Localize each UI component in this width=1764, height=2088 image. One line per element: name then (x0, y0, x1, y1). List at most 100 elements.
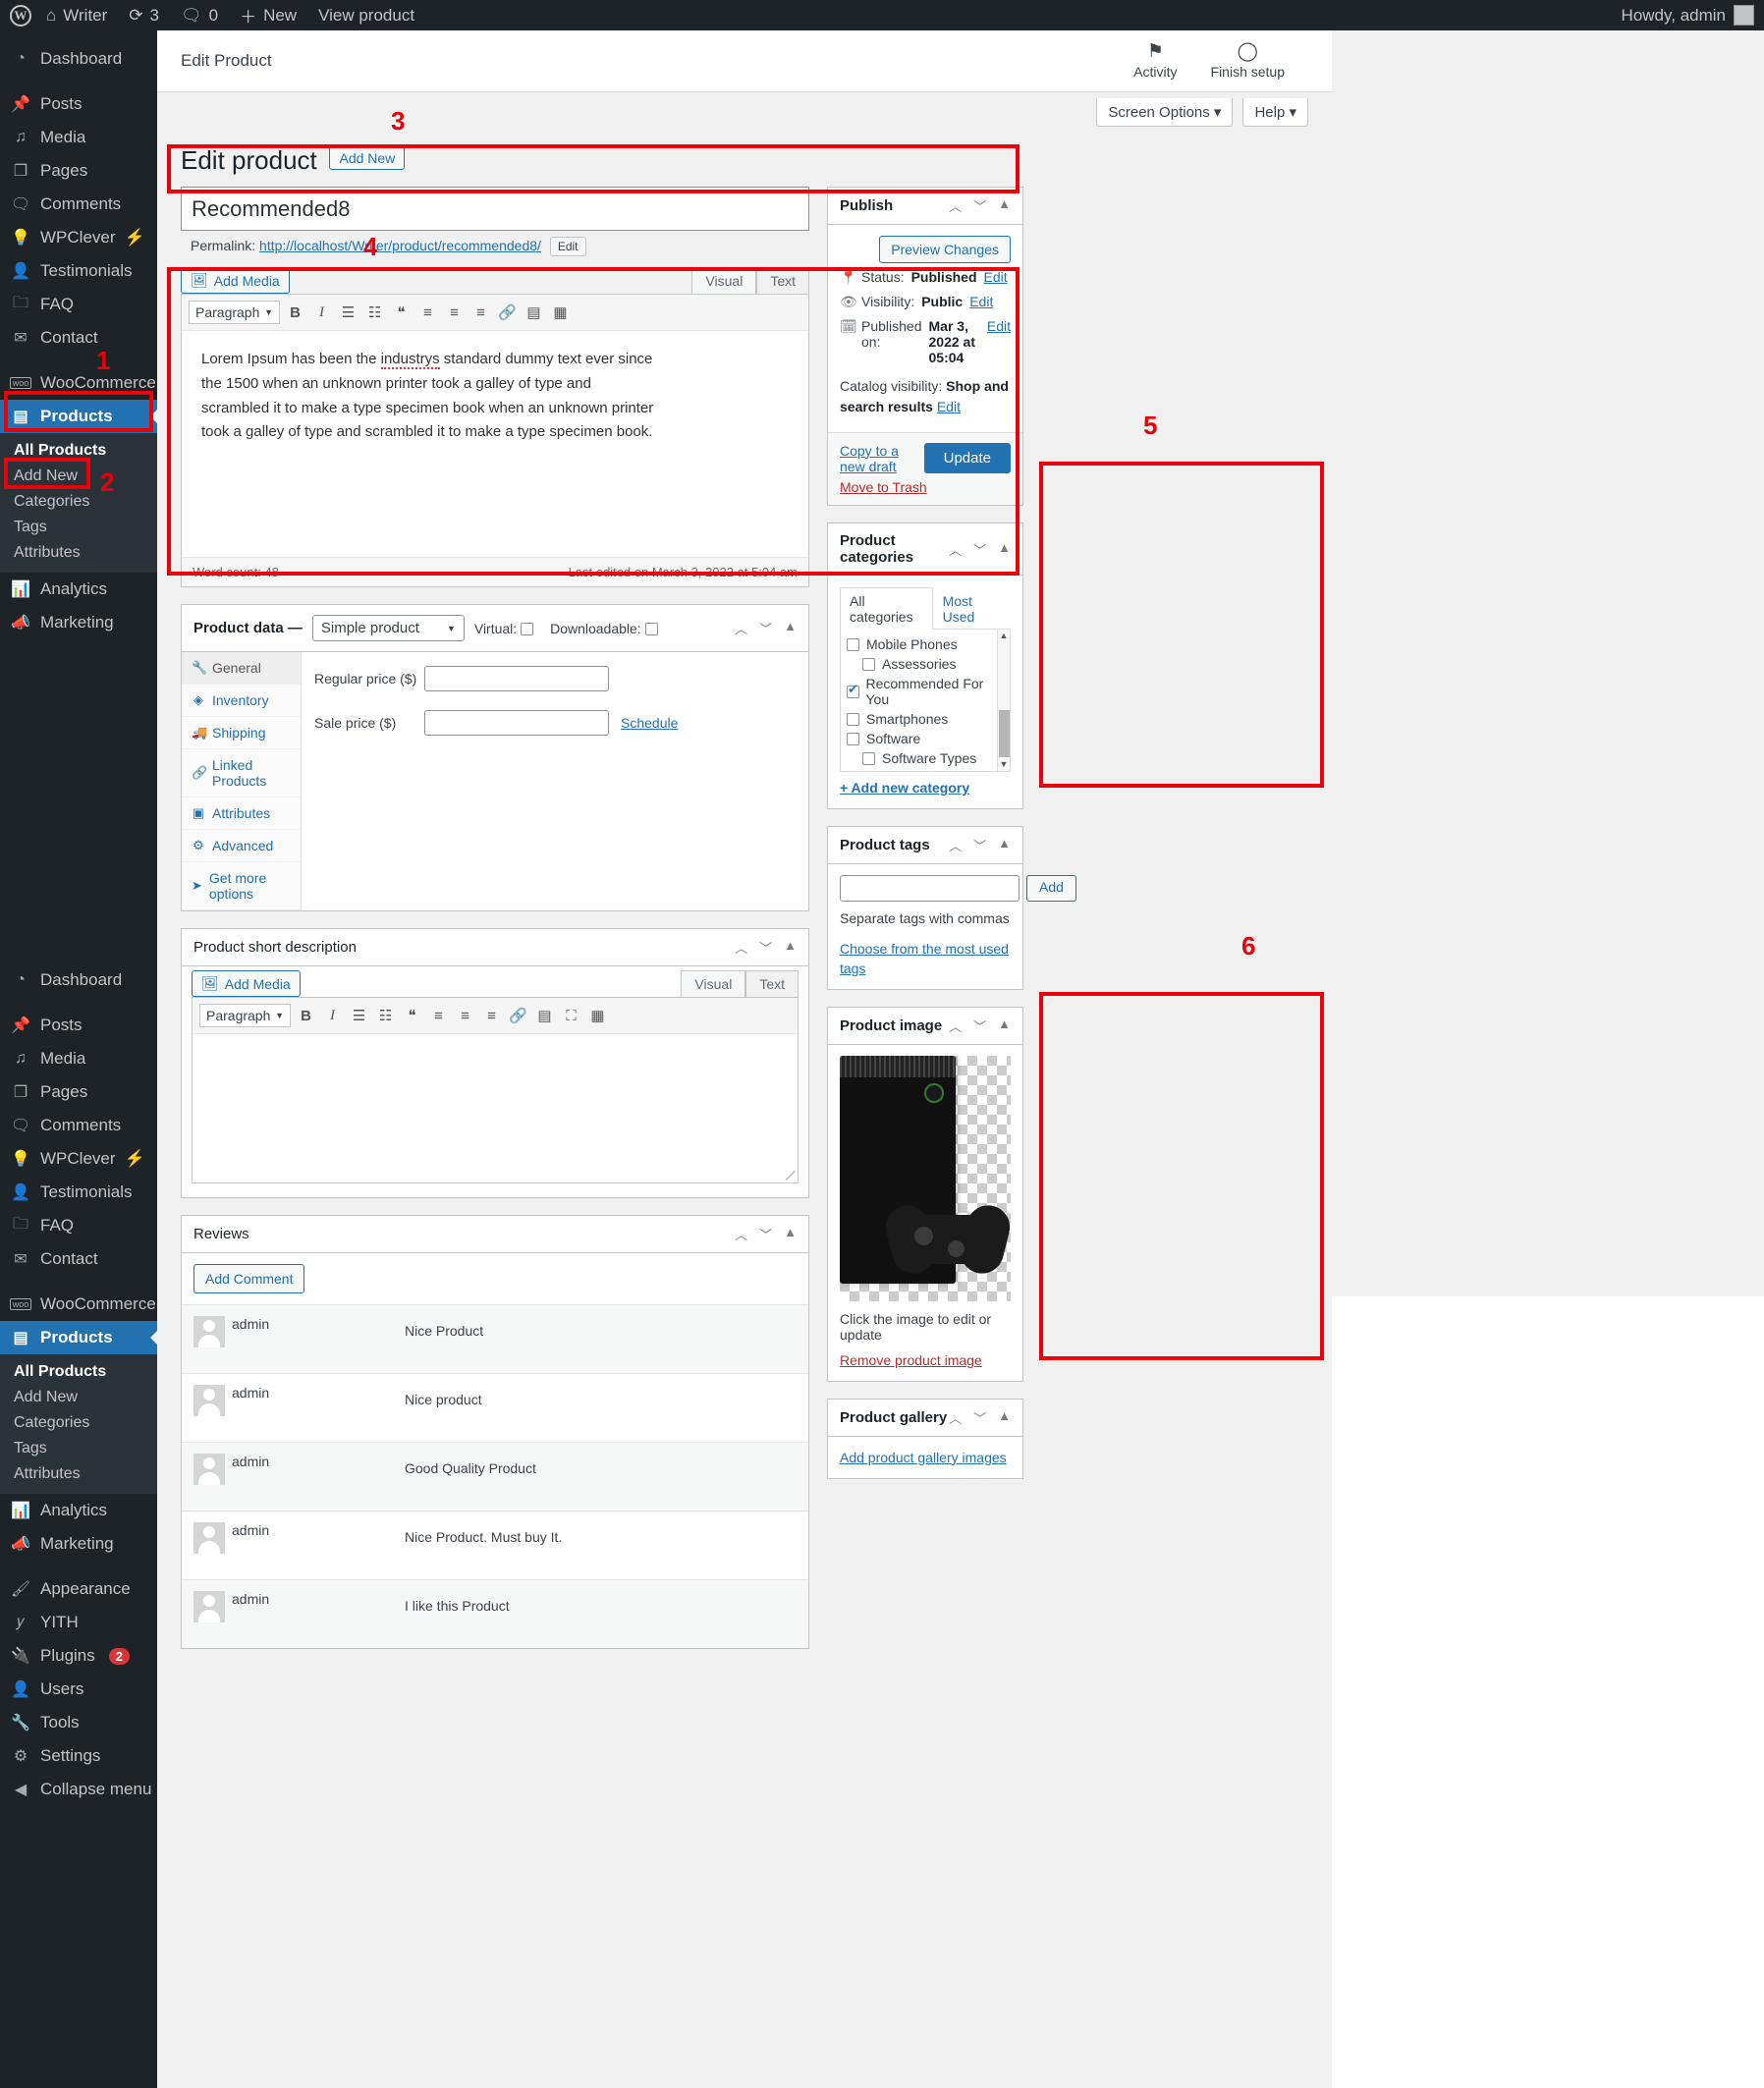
tab-all-categories[interactable]: All categories (840, 587, 933, 630)
resize-handle[interactable] (786, 1171, 796, 1181)
scrollbar-thumb[interactable] (999, 710, 1010, 757)
toolbar-toggle-icon[interactable]: ▦ (549, 302, 572, 324)
link-icon[interactable]: 🔗 (496, 302, 519, 324)
checkbox[interactable] (847, 732, 859, 745)
move-up-icon[interactable]: ︿ (949, 196, 962, 215)
toggle-panel-icon[interactable]: ▲ (784, 938, 797, 957)
categories-checklist[interactable]: Mobile Phones Assessories Recommended Fo… (840, 630, 1011, 772)
submenu2-item-all-products[interactable]: All Products (0, 1359, 157, 1385)
toggle-panel-icon[interactable]: ▲ (998, 540, 1011, 559)
pd-tab-attributes[interactable]: ▣ Attributes (182, 797, 301, 830)
sidebar2-item-wpclever[interactable]: 💡 WPClever ⚡ (0, 1142, 157, 1176)
align-left-icon[interactable]: ≡ (416, 302, 439, 324)
sidebar-item-pages[interactable]: ❐ Pages (0, 154, 157, 188)
move-down-icon[interactable]: ﹀ (759, 938, 772, 957)
sidebar-item-faq[interactable]: 🗀 FAQ (0, 288, 157, 321)
virtual-checkbox[interactable] (521, 622, 534, 635)
catalog-edit-link[interactable]: Edit (937, 399, 961, 414)
site-name-menu[interactable]: ⌂ Writer (35, 0, 118, 30)
status-edit-link[interactable]: Edit (984, 269, 1008, 285)
sidebar2-item-products[interactable]: ▤ Products (0, 1321, 157, 1354)
permalink-url[interactable]: http://localhost/Writer/product/recommen… (259, 238, 541, 253)
move-up-icon[interactable]: ︿ (949, 1408, 962, 1427)
downloadable-checkbox-wrap[interactable]: Downloadable: (550, 621, 658, 636)
blockquote-icon[interactable]: ❝ (401, 1005, 423, 1027)
pd-tab-get-more-options[interactable]: ➤ Get more options (182, 862, 301, 910)
sidebar2-item-plugins[interactable]: 🔌 Plugins 2 (0, 1639, 157, 1673)
move-down-icon[interactable]: ﹀ (973, 1408, 986, 1427)
read-more-icon[interactable]: ▤ (523, 302, 545, 324)
submenu-item-tags[interactable]: Tags (0, 515, 157, 540)
product-image-thumbnail[interactable] (840, 1056, 1011, 1301)
editor-content-area[interactable]: Lorem Ipsum has been the industrys stand… (182, 331, 808, 557)
toggle-panel-icon[interactable]: ▲ (784, 619, 797, 637)
scroll-down-icon[interactable]: ▼ (998, 758, 1010, 771)
sidebar2-item-contact[interactable]: ✉ Contact (0, 1242, 157, 1276)
toolbar-toggle-icon[interactable]: ▦ (586, 1005, 609, 1027)
checkbox[interactable] (847, 637, 859, 651)
screen-options-button[interactable]: Screen Options ▾ (1096, 98, 1234, 127)
sale-price-input[interactable] (424, 710, 609, 736)
move-up-icon[interactable]: ︿ (735, 938, 747, 957)
sidebar-item-media[interactable]: ♫ Media (0, 121, 157, 154)
submenu2-item-categories[interactable]: Categories (0, 1410, 157, 1436)
sidebar2-item-yith[interactable]: 𝑦 YITH (0, 1606, 157, 1639)
downloadable-checkbox[interactable] (644, 622, 658, 635)
move-up-icon[interactable]: ︿ (735, 619, 747, 637)
pd-tab-general[interactable]: 🔧 General (182, 652, 301, 685)
sidebar-item-dashboard[interactable]: ◔ Dashboard (0, 42, 157, 76)
tab-visual[interactable]: Visual (691, 267, 757, 294)
sidebar-item-analytics[interactable]: 📊 Analytics (0, 573, 157, 606)
submenu-item-all-products[interactable]: All Products (0, 438, 157, 464)
toggle-panel-icon[interactable]: ▲ (784, 1225, 797, 1243)
add-comment-button[interactable]: Add Comment (193, 1264, 305, 1293)
new-content-menu[interactable]: ＋ New (229, 0, 307, 30)
sidebar2-item-appearance[interactable]: 🖌 Appearance (0, 1572, 157, 1606)
checkbox[interactable] (862, 751, 875, 765)
updates-menu[interactable]: ⟳ 3 (118, 0, 170, 30)
submenu-item-categories[interactable]: Categories (0, 489, 157, 515)
sidebar2-item-pages[interactable]: ❐ Pages (0, 1075, 157, 1109)
format-select[interactable]: Paragraph ▼ (189, 301, 280, 324)
product-type-select[interactable]: Simple product ▼ (311, 615, 465, 641)
checkbox[interactable] (862, 657, 875, 671)
add-media-button[interactable]: 🖼 Add Media (181, 267, 290, 294)
bulleted-list-icon[interactable]: ☰ (337, 302, 359, 324)
category-item-software-types[interactable]: Software Types (841, 748, 1010, 768)
move-down-icon[interactable]: ﹀ (973, 196, 986, 215)
align-center-icon[interactable]: ≡ (454, 1005, 476, 1027)
sidebar2-item-marketing[interactable]: 📣 Marketing (0, 1527, 157, 1561)
align-center-icon[interactable]: ≡ (443, 302, 466, 324)
tab-text[interactable]: Text (756, 267, 809, 294)
tab-most-used[interactable]: Most Used (933, 587, 1011, 630)
avatar[interactable] (1734, 5, 1754, 26)
wordpress-icon[interactable]: W (0, 0, 35, 30)
fullscreen-icon[interactable]: ⛶ (560, 1005, 582, 1027)
sidebar2-item-posts[interactable]: 📌 Posts (0, 1009, 157, 1042)
link-icon[interactable]: 🔗 (507, 1005, 529, 1027)
checkbox[interactable] (847, 772, 859, 773)
pd-tab-inventory[interactable]: ◈ Inventory (182, 685, 301, 717)
pd-tab-linked-products[interactable]: 🔗 Linked Products (182, 749, 301, 797)
category-item-mobile-phones[interactable]: Mobile Phones (841, 634, 1010, 654)
sidebar-item-woocommerce[interactable]: woo WooCommerce (0, 366, 157, 400)
move-up-icon[interactable]: ︿ (949, 836, 962, 854)
sd-add-media-button[interactable]: 🖼 Add Media (192, 970, 301, 997)
howdy-label[interactable]: Howdy, admin (1622, 6, 1726, 26)
toggle-panel-icon[interactable]: ▲ (998, 196, 1011, 215)
move-up-icon[interactable]: ︿ (735, 1225, 747, 1243)
schedule-link[interactable]: Schedule (621, 715, 678, 731)
numbered-list-icon[interactable]: ☷ (363, 302, 386, 324)
sidebar-item-marketing[interactable]: 📣 Marketing (0, 606, 157, 639)
sidebar2-item-media[interactable]: ♫ Media (0, 1042, 157, 1075)
align-left-icon[interactable]: ≡ (427, 1005, 450, 1027)
help-button[interactable]: Help ▾ (1242, 98, 1308, 127)
bold-icon[interactable]: B (284, 302, 306, 324)
sidebar2-item-tools[interactable]: 🔧 Tools (0, 1706, 157, 1739)
scroll-up-icon[interactable]: ▲ (998, 630, 1010, 642)
toggle-panel-icon[interactable]: ▲ (998, 836, 1011, 854)
move-down-icon[interactable]: ﹀ (973, 540, 986, 559)
published-edit-link[interactable]: Edit (987, 318, 1011, 334)
move-down-icon[interactable]: ﹀ (973, 1017, 986, 1035)
most-used-tags-link[interactable]: Choose from the most used tags (840, 941, 1009, 976)
